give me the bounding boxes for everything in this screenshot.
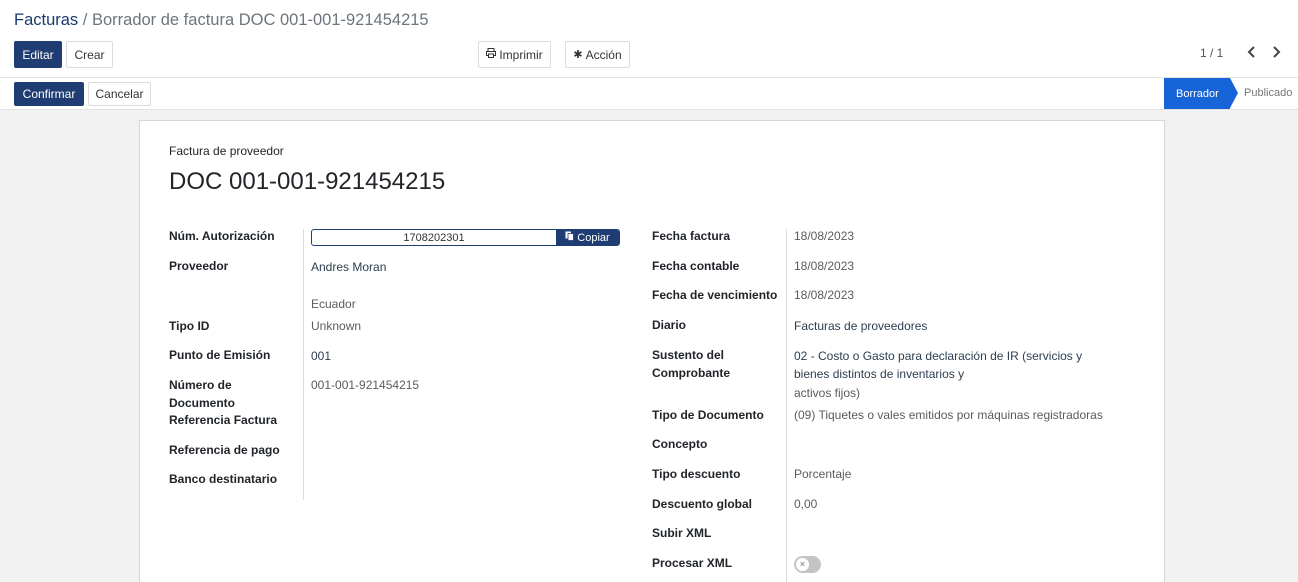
recipient-bank-label: Banco destinatario [169, 472, 278, 486]
copy-button[interactable]: Copiar [556, 230, 619, 245]
due-date-label: Fecha de vencimiento [652, 288, 778, 302]
action-button[interactable]: ✱ Acción [565, 41, 630, 68]
breadcrumb-separator: / [82, 11, 88, 29]
tax-support-value-line-1: 02 - Costo o Gasto para declaración de I… [794, 349, 1083, 363]
chevron-right-icon [1272, 45, 1281, 61]
tax-support-label-line-1: Sustento del [652, 348, 725, 362]
auth-number-field: 1708202301 Copiar [311, 229, 620, 246]
tax-support-value-line-3: activos fijos) [794, 386, 861, 400]
edit-button[interactable]: Editar [14, 41, 62, 68]
invoice-date-value[interactable]: 18/08/2023 [794, 228, 854, 246]
accounting-date-label: Fecha contable [652, 259, 740, 273]
stage-posted[interactable]: Publicado [1244, 87, 1292, 99]
upload-xml-label: Subir XML [652, 526, 712, 540]
chevron-left-icon [1247, 45, 1256, 61]
journal-value[interactable]: Facturas de proveedores [794, 318, 927, 336]
tax-support-label: Sustento del Comprobante [652, 347, 730, 382]
id-type-label: Tipo ID [169, 319, 210, 333]
invoice-reference-label: Referencia Factura [169, 413, 278, 427]
right-group-divider [786, 229, 787, 582]
statusbar: Confirmar Cancelar Borrador Publicado [0, 78, 1298, 110]
document-type-label: Tipo de Documento [652, 408, 764, 422]
doc-number-value[interactable]: 001-001-921454215 [311, 377, 419, 395]
emission-point-value[interactable]: 001 [311, 348, 331, 366]
pager-value[interactable]: 1 / 1 [1200, 46, 1223, 60]
tax-support-label-line-2: Comprobante [652, 365, 730, 380]
action-label: Acción [585, 47, 622, 62]
copy-label: Copiar [577, 231, 610, 244]
breadcrumb-current: Borrador de factura DOC 001-001-92145421… [91, 11, 429, 29]
tax-support-value-line-2: bienes distintos de inventarios y [794, 366, 965, 381]
print-button[interactable]: Imprimir [478, 41, 551, 68]
printer-icon [486, 48, 497, 61]
left-group-divider [303, 229, 304, 500]
doc-type-label: Factura de proveedor [169, 144, 284, 158]
stage-draft[interactable]: Borrador [1164, 78, 1238, 109]
invoice-date-label: Fecha factura [652, 229, 731, 243]
doc-number-label: Número de Documento [169, 377, 235, 412]
id-type-value[interactable]: Unknown [311, 318, 361, 336]
global-discount-value[interactable]: 0,00 [794, 496, 817, 514]
discount-type-value[interactable]: Porcentaje [794, 466, 851, 484]
breadcrumb: Facturas / Borrador de factura DOC 001-0… [14, 11, 429, 30]
due-date-value[interactable]: 18/08/2023 [794, 287, 854, 305]
breadcrumb-parent-link[interactable]: Facturas [14, 11, 78, 29]
vendor-label: Proveedor [169, 259, 229, 273]
payment-reference-label: Referencia de pago [169, 443, 280, 457]
process-xml-toggle[interactable]: × [794, 556, 821, 573]
auth-number-label: Núm. Autorización [169, 229, 275, 243]
tax-support-value[interactable]: 02 - Costo o Gasto para declaración de I… [794, 348, 1082, 383]
discount-type-label: Tipo descuento [652, 467, 741, 481]
close-icon: × [796, 558, 809, 571]
page-title: DOC 001-001-921454215 [169, 168, 446, 195]
emission-point-label: Punto de Emisión [169, 348, 271, 362]
cancel-button[interactable]: Cancelar [88, 82, 151, 106]
create-button[interactable]: Crear [66, 41, 113, 68]
accounting-date-value[interactable]: 18/08/2023 [794, 258, 854, 276]
control-panel: Facturas / Borrador de factura DOC 001-0… [0, 0, 1298, 78]
auth-number-value[interactable]: 1708202301 [312, 230, 556, 245]
confirm-button[interactable]: Confirmar [14, 82, 84, 106]
vendor-value[interactable]: Andres Moran [311, 259, 386, 277]
concept-label: Concepto [652, 437, 708, 451]
print-label: Imprimir [499, 47, 543, 62]
previous-record-button[interactable] [1243, 44, 1259, 62]
journal-label: Diario [652, 318, 687, 332]
document-type-value[interactable]: (09) Tiquetes o vales emitidos por máqui… [794, 407, 1103, 425]
copy-icon [565, 231, 575, 244]
gear-icon: ✱ [573, 49, 583, 61]
doc-number-label-line-1: Número de [169, 378, 232, 392]
vendor-country: Ecuador [311, 297, 356, 311]
process-xml-label: Procesar XML [652, 556, 733, 570]
doc-number-label-line-2: Documento [169, 395, 235, 410]
global-discount-label: Descuento global [652, 497, 753, 511]
next-record-button[interactable] [1268, 44, 1284, 62]
